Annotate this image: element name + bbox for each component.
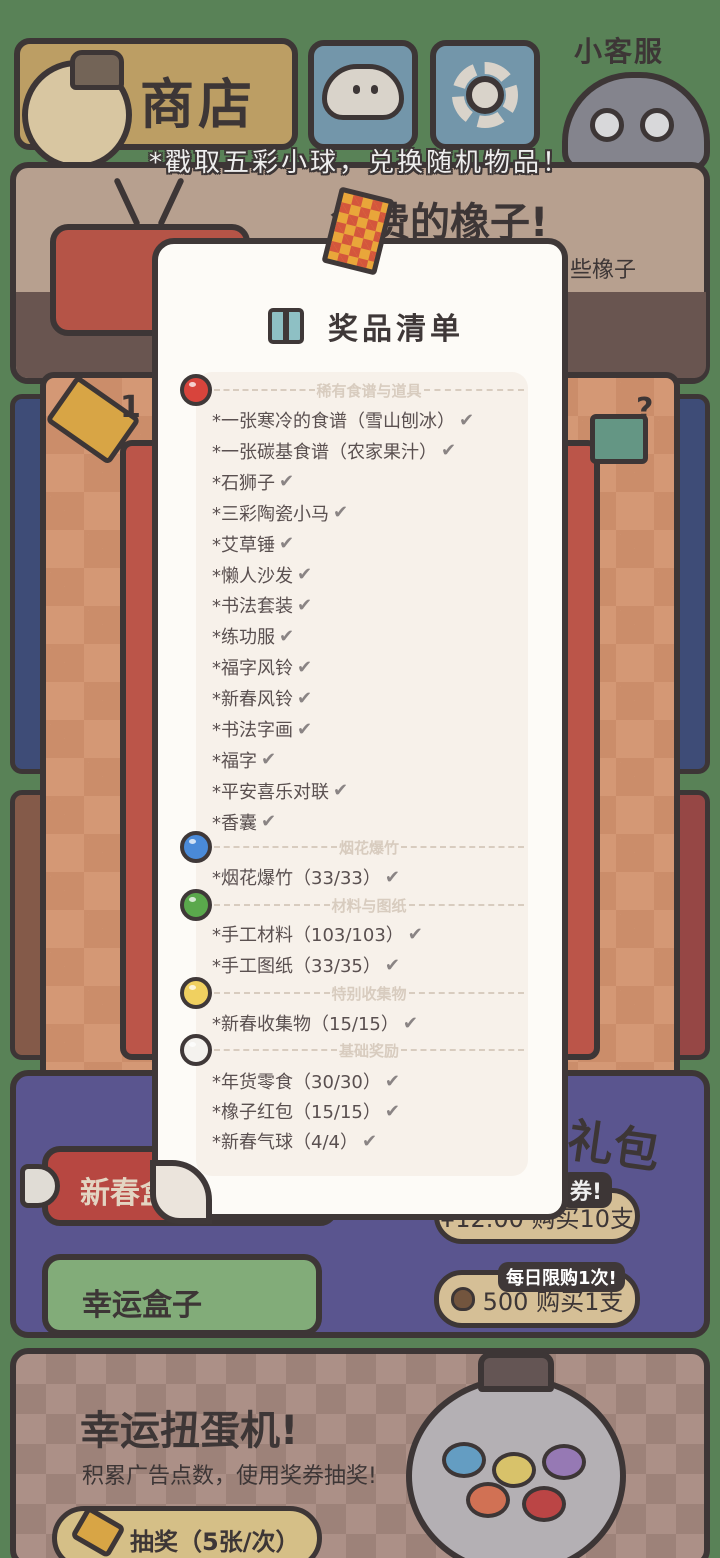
checkmark-icon: ✔	[361, 1130, 378, 1152]
section-title: 材料与图纸	[331, 896, 407, 915]
prize-item-label: *香囊	[212, 812, 257, 834]
prize-item-label: *石狮子	[212, 472, 275, 494]
prize-item: *新春风铃 ✔	[212, 685, 312, 711]
checkmark-icon: ✔	[333, 780, 349, 802]
prize-item: *练功服 ✔	[212, 623, 294, 649]
section-header: 基础奖励	[214, 1040, 525, 1060]
prize-item-label: *艾草锤	[212, 534, 275, 556]
prize-item: *新春收集物（15/15） ✔	[212, 1010, 418, 1036]
prize-item: *懒人沙发 ✔	[212, 562, 312, 588]
prize-item: *烟花爆竹（33/33） ✔	[212, 864, 400, 890]
prize-item: *新春气球（4/4） ✔	[212, 1128, 377, 1154]
checkmark-icon: ✔	[261, 811, 277, 833]
checkmark-icon: ✔	[384, 954, 400, 976]
prize-item: *书法套装 ✔	[212, 592, 312, 618]
section-ball-icon	[180, 831, 212, 863]
section-header: 材料与图纸	[214, 895, 525, 915]
checkmark-icon: ✔	[297, 594, 313, 616]
divider	[214, 992, 330, 994]
prize-item: *香囊 ✔	[212, 809, 276, 835]
prize-item-label: *新春收集物（15/15）	[212, 1014, 399, 1035]
prize-item: *一张寒冷的食谱（雪山刨冰） ✔	[212, 407, 474, 433]
prize-item-label: *一张碳基食谱（农家果汁）	[212, 441, 437, 463]
prize-item: *福字 ✔	[212, 747, 276, 773]
checkmark-icon: ✔	[279, 533, 295, 555]
section-header: 稀有食谱与道具	[214, 380, 525, 400]
prize-item-label: *新春气球（4/4）	[212, 1132, 358, 1153]
prize-item-label: *书法字画	[212, 720, 293, 741]
checkmark-icon: ✔	[297, 656, 313, 678]
prize-item-label: *三彩陶瓷小马	[212, 503, 329, 525]
checkmark-icon: ✔	[261, 749, 277, 771]
divider	[401, 846, 525, 848]
prize-item-label: *手工图纸（33/35）	[212, 956, 381, 977]
divider	[408, 992, 525, 994]
section-title: 烟花爆竹	[339, 838, 400, 857]
checkmark-icon: ✔	[384, 1070, 400, 1092]
checkmark-icon: ✔	[441, 440, 457, 462]
prize-item: *石狮子 ✔	[212, 469, 294, 495]
prize-item: *年货零食（30/30） ✔	[212, 1068, 400, 1094]
prize-item: *艾草锤 ✔	[212, 531, 294, 557]
divider	[423, 389, 525, 391]
checkmark-icon: ✔	[407, 923, 423, 945]
section-header: 特别收集物	[214, 983, 525, 1003]
prize-item-label: *平安喜乐对联	[212, 781, 329, 803]
prize-list-title: 奖品清单	[328, 312, 464, 347]
checkmark-icon: ✔	[279, 625, 295, 647]
section-header: 烟花爆竹	[214, 837, 525, 857]
prize-item-label: *书法套装	[212, 596, 293, 618]
prize-item-label: *年货零食（30/30）	[212, 1072, 381, 1093]
prize-item: *橡子红包（15/15） ✔	[212, 1098, 400, 1124]
checkmark-icon: ✔	[297, 718, 313, 740]
checkmark-icon: ✔	[297, 687, 313, 709]
section-ball-icon	[180, 977, 212, 1009]
prize-item: *手工材料（103/103） ✔	[212, 921, 423, 947]
checkmark-icon: ✔	[459, 409, 475, 431]
prize-item-label: *福字风铃	[212, 658, 293, 680]
divider	[401, 1049, 525, 1051]
checkmark-icon: ✔	[384, 1100, 400, 1122]
prize-item-label: *懒人沙发	[212, 565, 293, 587]
prize-item-label: *福字	[212, 750, 257, 772]
section-title: 特别收集物	[331, 984, 407, 1003]
prize-item: *福字风铃 ✔	[212, 654, 312, 680]
checkmark-icon: ✔	[384, 866, 400, 888]
checkmark-icon: ✔	[402, 1012, 418, 1034]
prize-item: *一张碳基食谱（农家果汁） ✔	[212, 438, 456, 464]
prize-item-label: *一张寒冷的食谱（雪山刨冰）	[212, 411, 455, 432]
section-title: 稀有食谱与道具	[316, 381, 422, 400]
prize-item: *三彩陶瓷小马 ✔	[212, 500, 348, 526]
divider	[214, 1049, 337, 1051]
prize-item: *手工图纸（33/35） ✔	[212, 952, 400, 978]
daily-limit-tag: 每日限购1次!	[498, 1262, 625, 1292]
prize-item: *平安喜乐对联 ✔	[212, 778, 348, 804]
divider	[214, 846, 337, 848]
section-ball-icon	[180, 889, 212, 921]
divider	[214, 389, 315, 391]
divider	[214, 904, 330, 906]
gift-icon	[268, 308, 304, 344]
prize-item-label: *橡子红包（15/15）	[212, 1102, 381, 1123]
prize-item: *书法字画 ✔	[212, 716, 312, 742]
section-ball-icon	[180, 1034, 212, 1066]
divider	[408, 904, 525, 906]
prize-item-label: *手工材料（103/103）	[212, 925, 404, 946]
prize-item-label: *新春风铃	[212, 689, 293, 711]
checkmark-icon: ✔	[279, 471, 295, 493]
section-title: 基础奖励	[339, 1041, 400, 1060]
checkmark-icon: ✔	[297, 564, 313, 585]
section-ball-icon	[180, 374, 212, 406]
prize-item-label: *练功服	[212, 627, 275, 649]
prize-item-label: *烟花爆竹（33/33）	[212, 868, 381, 889]
checkmark-icon: ✔	[333, 502, 349, 524]
